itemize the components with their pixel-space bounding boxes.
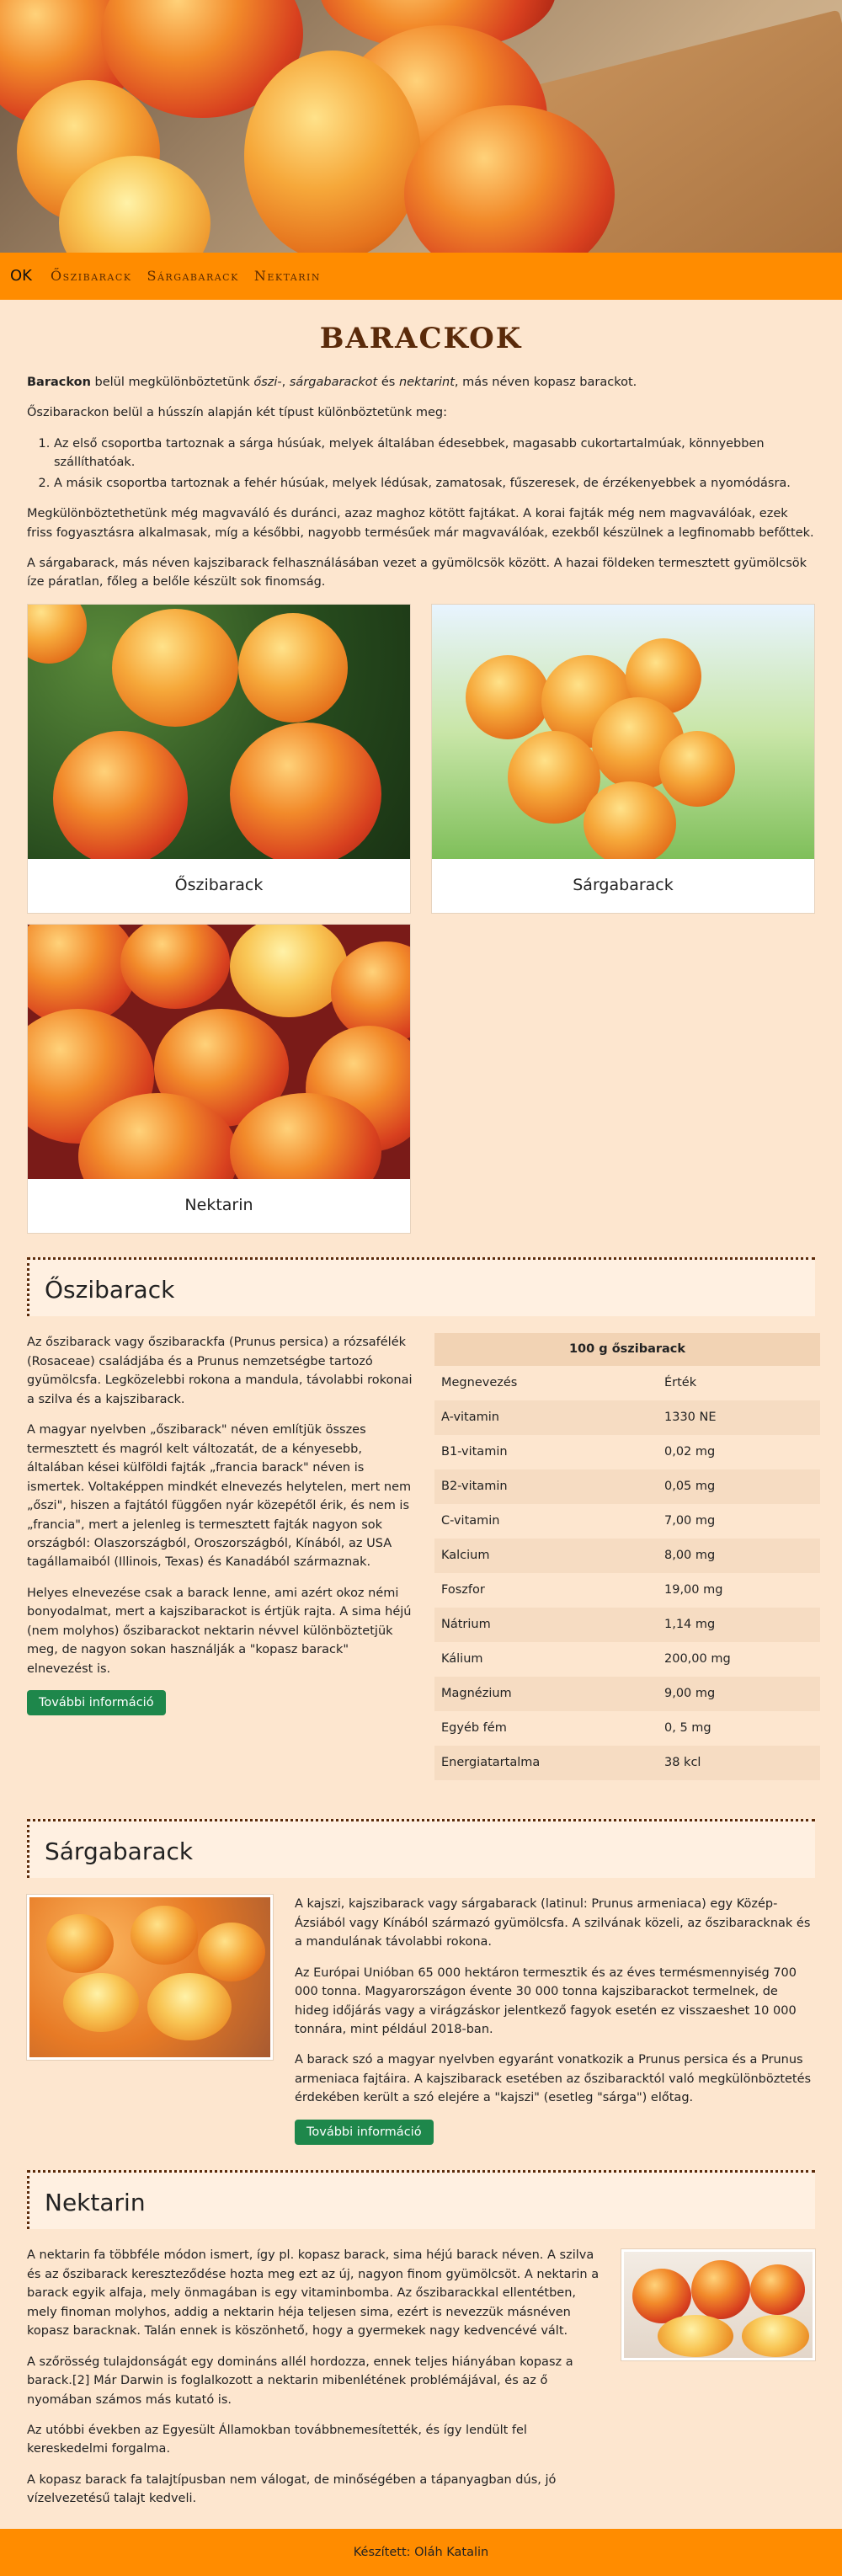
- list-item: Az első csoportba tartoznak a sárga húsú…: [54, 435, 815, 472]
- card-nektarin[interactable]: Nektarin: [27, 923, 411, 1234]
- intro-paragraph: A sárgabarack, más néven kajszibarack fe…: [27, 556, 807, 589]
- nektarin-content: A nektarin fa többféle módon ismert, így…: [27, 2246, 815, 2520]
- nav-link-oszibarack[interactable]: Őszibarack: [51, 266, 132, 287]
- table-caption: 100 g őszibarack: [434, 1333, 820, 1366]
- paragraph: A kopasz barack fa talajtípusban nem vál…: [27, 2472, 557, 2506]
- oszibarack-content: Az őszibarack vagy őszibarackfa (Prunus …: [27, 1333, 820, 1780]
- table-row: Nátrium 1,14 mg: [434, 1607, 820, 1642]
- paragraph: A szőrösség tulajdonságát egy domináns a…: [27, 2355, 573, 2407]
- paragraph: Az utóbbi években az Egyesült Államokban…: [27, 2423, 527, 2456]
- nutrition-table: 100 g őszibarack Megnevezés Érték A-vitam…: [434, 1333, 820, 1780]
- card-caption: Őszibarack: [174, 876, 264, 895]
- page-title: BARACKOK: [319, 322, 523, 355]
- card-image: [28, 924, 410, 1179]
- intro-paragraph: Őszibarackon belül a hússzín alapján két…: [27, 406, 447, 420]
- table-row: Foszfor 19,00 mg: [434, 1572, 820, 1608]
- paragraph: Az őszibarack vagy őszibarackfa (Prunus …: [27, 1336, 413, 1406]
- intro-paragraph: Megkülönböztethetünk még magvaváló és du…: [27, 507, 814, 540]
- sargabarack-content: A kajszi, kajszibarack vagy sárgabarack …: [27, 1895, 815, 2145]
- card-oszibarack[interactable]: Őszibarack: [27, 603, 411, 914]
- card-sargabarack[interactable]: Sárgabarack: [431, 603, 815, 914]
- nav-brand[interactable]: OK: [10, 264, 32, 288]
- hero-image: [0, 0, 842, 253]
- nektarin-image: [621, 2249, 815, 2361]
- sargabarack-image: [27, 1895, 273, 2061]
- section-heading-sargabarack: Sárgabarack: [27, 1818, 815, 1879]
- more-info-button-sargabarack[interactable]: További információ: [295, 2119, 434, 2145]
- table-row: Energiatartalma 38 kcl: [434, 1745, 820, 1780]
- table-row: B1-vitamin 0,02 mg: [434, 1434, 820, 1469]
- card-caption: Nektarin: [184, 1196, 253, 1215]
- top-navbar: OK Őszibarack Sárgabarack Nektarin: [0, 253, 842, 300]
- paragraph: A kajszi, kajszibarack vagy sárgabarack …: [295, 1897, 811, 1949]
- section-heading-nektarin: Nektarin: [27, 2169, 815, 2230]
- table-row: A-vitamin 1330 NE: [434, 1400, 820, 1435]
- paragraph: A magyar nyelvben „őszibarack" néven eml…: [27, 1423, 412, 1570]
- card-image: [28, 604, 410, 859]
- paragraph: Helyes elnevezése csak a barack lenne, a…: [27, 1586, 412, 1676]
- nektarin-text: A nektarin fa többféle módon ismert, így…: [27, 2246, 601, 2520]
- table-header-row: Megnevezés Érték: [434, 1365, 820, 1400]
- oszibarack-text: Az őszibarack vagy őszibarackfa (Prunus …: [27, 1333, 413, 1779]
- table-row: B2-vitamin 0,05 mg: [434, 1469, 820, 1504]
- nutrition-table-wrapper: 100 g őszibarack Megnevezés Érték A-vitam…: [434, 1333, 820, 1780]
- card-caption: Sárgabarack: [573, 876, 674, 895]
- table-row: Kálium 200,00 mg: [434, 1641, 820, 1677]
- table-row: Kalcium 8,00 mg: [434, 1538, 820, 1573]
- paragraph: A nektarin fa többféle módon ismert, így…: [27, 2248, 600, 2339]
- intro-paragraph: Barackon belül megkülönböztetünk őszi-, …: [27, 375, 637, 389]
- table-row: Magnézium 9,00 mg: [434, 1676, 820, 1711]
- sargabarack-text: A kajszi, kajszibarack vagy sárgabarack …: [295, 1895, 815, 2145]
- nav-link-sargabarack[interactable]: Sárgabarack: [147, 266, 239, 287]
- card-grid: Őszibarack Sárgabarack Nektarin: [27, 603, 815, 1234]
- section-heading-oszibarack: Őszibarack: [27, 1256, 815, 1317]
- nav-link-nektarin[interactable]: Nektarin: [254, 266, 321, 287]
- table-row: Egyéb fém 0, 5 mg: [434, 1710, 820, 1746]
- paragraph: Az Európai Unióban 65 000 hektáron terme…: [295, 1965, 797, 2036]
- peach-shape: [244, 51, 421, 253]
- list-item: A másik csoportba tartoznak a fehér húsú…: [54, 474, 815, 493]
- footer: Készített: Oláh Katalin: [0, 2528, 842, 2576]
- table-row: C-vitamin 7,00 mg: [434, 1503, 820, 1539]
- more-info-button-oszibarack[interactable]: További információ: [27, 1690, 166, 1716]
- type-list: Az első csoportba tartoznak a sárga húsú…: [54, 435, 815, 493]
- card-image: [432, 604, 814, 859]
- paragraph: A barack szó a magyar nyelvben egyaránt …: [295, 2053, 812, 2105]
